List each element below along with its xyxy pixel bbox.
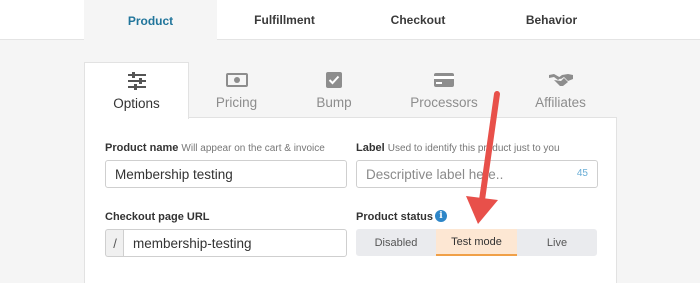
subtab-affiliates[interactable]: Affiliates xyxy=(504,62,617,118)
subtab-affiliates-label: Affiliates xyxy=(535,95,586,110)
subtab-bump-label: Bump xyxy=(316,95,352,110)
label-field-label: Label Used to identify this product just… xyxy=(356,142,560,154)
info-icon[interactable]: i xyxy=(435,210,447,222)
subtab-pricing-label: Pricing xyxy=(215,95,258,110)
character-count: 45 xyxy=(576,168,588,179)
sliders-icon xyxy=(127,71,147,91)
checkbox-icon xyxy=(326,70,342,90)
subtab-processors-label: Processors xyxy=(410,95,478,110)
subtab-processors[interactable]: Processors xyxy=(384,62,504,118)
url-prefix: / xyxy=(105,229,124,257)
status-disabled[interactable]: Disabled xyxy=(356,229,436,256)
money-icon xyxy=(225,70,248,90)
product-name-input[interactable]: Membership testing xyxy=(105,160,347,188)
subtab-pricing[interactable]: Pricing xyxy=(189,62,284,118)
subtab-options[interactable]: Options xyxy=(84,62,189,119)
checkout-url-label: Checkout page URL xyxy=(105,211,210,223)
tab-checkout[interactable]: Checkout xyxy=(352,0,484,40)
status-live[interactable]: Live xyxy=(517,229,597,256)
status-test-mode[interactable]: Test mode xyxy=(436,229,517,256)
handshake-icon xyxy=(548,70,573,90)
label-input-placeholder: Descriptive label here.. xyxy=(366,166,504,182)
label-input[interactable]: Descriptive label here.. 45 xyxy=(356,160,598,188)
product-name-label: Product name Will appear on the cart & i… xyxy=(105,142,325,154)
tab-product[interactable]: Product xyxy=(84,0,217,41)
top-tab-bar: Product Fulfillment Checkout Behavior xyxy=(0,0,700,41)
credit-card-icon xyxy=(434,70,454,90)
subtab-options-label: Options xyxy=(113,96,160,111)
tab-fulfillment[interactable]: Fulfillment xyxy=(217,0,352,40)
tab-behavior[interactable]: Behavior xyxy=(484,0,619,40)
product-status-label: Product status xyxy=(356,211,434,223)
checkout-url-input[interactable]: membership-testing xyxy=(123,229,347,257)
subtab-bump[interactable]: Bump xyxy=(284,62,384,118)
